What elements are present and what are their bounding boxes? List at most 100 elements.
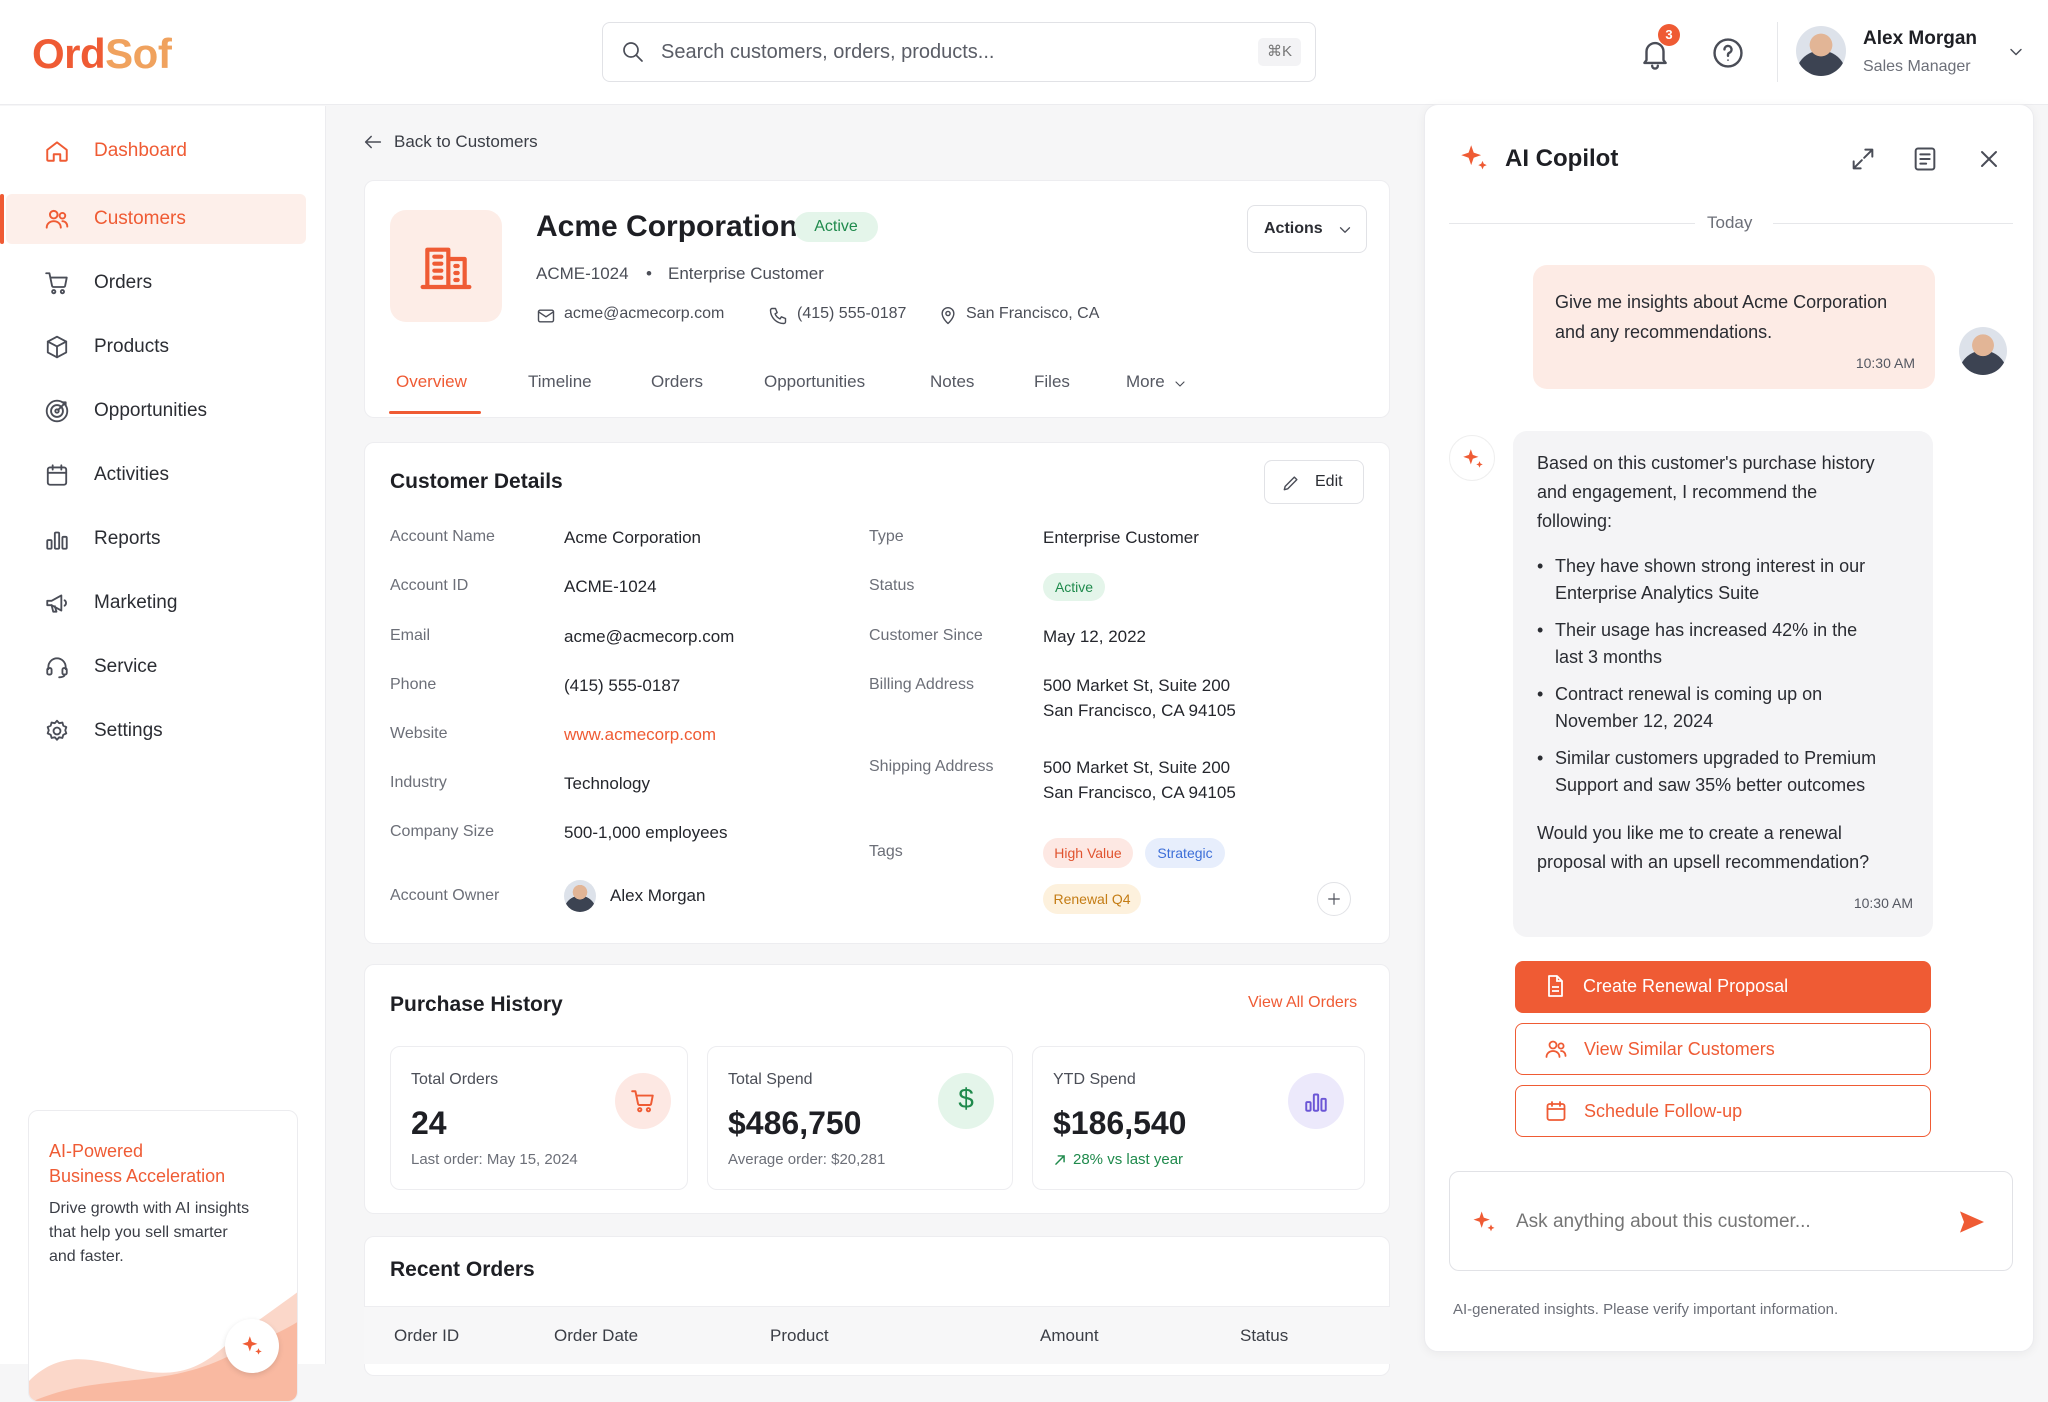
back-link-label: Back to Customers (394, 132, 538, 151)
tab-opportunities[interactable]: Opportunities (764, 372, 865, 392)
customer-id: ACME-1024 (536, 264, 629, 283)
sidebar-item-label: Products (94, 336, 169, 357)
field-value[interactable]: acme@acmecorp.com (564, 627, 734, 647)
column-header[interactable]: Order ID (394, 1326, 459, 1346)
search-input[interactable] (661, 23, 1231, 81)
message-line: and any recommendations. (1555, 322, 1773, 342)
location-pin-icon (941, 306, 955, 325)
table-header-row (364, 1306, 1390, 1364)
create-renewal-proposal-button[interactable]: Create Renewal Proposal (1515, 961, 1931, 1013)
message-line: Would you like me to create a renewal (1537, 823, 1842, 843)
sidebar-item-dashboard[interactable]: Dashboard (6, 126, 306, 176)
tab-orders[interactable]: Orders (651, 372, 703, 392)
sparkle-icon (1463, 449, 1483, 468)
customer-phone[interactable]: (415) 555-0187 (797, 305, 906, 323)
promo-title-line: AI-Powered (49, 1141, 144, 1161)
cart-icon (631, 1090, 654, 1113)
website-link[interactable]: www.acmecorp.com (564, 725, 716, 745)
actions-button[interactable]: Actions (1247, 205, 1367, 253)
stat-icon-circle (1288, 1073, 1344, 1129)
column-header[interactable]: Order Date (554, 1326, 638, 1346)
global-search[interactable]: ⌘K (602, 22, 1316, 82)
sidebar-item-reports[interactable]: Reports (6, 514, 306, 564)
bullet-line: last 3 months (1555, 647, 1663, 667)
field-label: Account Owner (390, 887, 500, 904)
send-icon[interactable] (1956, 1206, 1988, 1238)
customer-header-card (364, 180, 1390, 418)
ai-promo-card[interactable]: AI-Powered Business Acceleration Drive g… (28, 1110, 298, 1402)
help-icon[interactable] (1711, 36, 1745, 70)
sidebar-item-activities[interactable]: Activities (6, 450, 306, 500)
sidebar-item-service[interactable]: Service (6, 642, 306, 692)
tab-files[interactable]: Files (1034, 372, 1070, 392)
tab-timeline[interactable]: Timeline (528, 372, 592, 392)
copilot-title: AI Copilot (1505, 145, 1619, 172)
dollar-icon: $ (958, 1083, 974, 1114)
tag-renewal-q4[interactable]: Renewal Q4 (1043, 884, 1141, 914)
search-shortcut-hint: ⌘K (1257, 38, 1301, 66)
column-header[interactable]: Amount (1040, 1326, 1099, 1346)
tab-more[interactable]: More (1126, 372, 1165, 392)
user-message-text: Give me insights about Acme Corporation … (1555, 287, 1887, 347)
field-value: Technology (564, 774, 651, 793)
edit-button[interactable]: Edit (1264, 460, 1364, 504)
field-label: Type (869, 528, 904, 545)
user-avatar[interactable] (1796, 26, 1846, 76)
bullet-line: Contract renewal is coming up on (1555, 684, 1823, 704)
top-bar: OrdSof ⌘K 3 Alex Morgan Sales Manager (0, 0, 2048, 105)
sidebar-item-customers[interactable]: Customers (0, 194, 306, 244)
logo-text-part2: Sof (105, 30, 172, 77)
field-value: 500 Market St, Suite 200 (1043, 676, 1231, 695)
history-list-icon[interactable] (1911, 145, 1939, 173)
ai-copilot-panel: AI Copilot Today Give me insights about … (1424, 104, 2034, 1352)
sidebar-item-settings[interactable]: Settings (6, 706, 306, 756)
stat-value: $186,540 (1053, 1105, 1187, 1141)
field-value[interactable]: Alex Morgan (610, 886, 705, 906)
tag-strategic[interactable]: Strategic (1145, 838, 1225, 868)
bullet-line: November 12, 2024 (1555, 711, 1714, 731)
sidebar-item-label: Opportunities (94, 400, 208, 421)
promo-sparkle-button[interactable] (225, 1319, 279, 1373)
view-all-orders-link[interactable]: View All Orders (1248, 994, 1357, 1012)
sidebar-item-orders[interactable]: Orders (6, 258, 306, 308)
message-line: Give me insights about Acme Corporation (1555, 292, 1888, 312)
tab-notes[interactable]: Notes (930, 372, 974, 392)
field-label: Shipping Address (869, 758, 994, 775)
field-label: Email (390, 627, 431, 644)
customer-email[interactable]: acme@acmecorp.com (564, 305, 724, 323)
close-icon[interactable] (1975, 145, 2003, 173)
edit-button-label: Edit (1315, 473, 1343, 490)
tag-high-value[interactable]: High Value (1043, 838, 1133, 868)
gear-icon (44, 718, 70, 744)
message-line: and engagement, I recommend the (1537, 482, 1818, 502)
sidebar-item-products[interactable]: Products (6, 322, 306, 372)
bar-chart-icon (44, 526, 70, 552)
expand-icon[interactable] (1849, 145, 1877, 173)
promo-title: AI-Powered Business Acceleration (49, 1139, 225, 1189)
sidebar-item-label: Reports (94, 528, 161, 549)
chevron-down-icon[interactable] (2006, 42, 2026, 62)
customer-type: Enterprise Customer (668, 264, 824, 283)
view-similar-customers-button[interactable]: View Similar Customers (1515, 1023, 1931, 1075)
column-header[interactable]: Product (770, 1326, 829, 1346)
message-line: following: (1537, 511, 1613, 531)
field-value[interactable]: (415) 555-0187 (564, 676, 680, 696)
copilot-input-box[interactable] (1449, 1171, 2013, 1271)
field-label: Industry (390, 774, 447, 791)
button-label: View Similar Customers (1584, 1039, 1775, 1059)
copilot-message-input[interactable] (1516, 1200, 1936, 1244)
calendar-icon (44, 462, 70, 488)
add-tag-button[interactable] (1317, 882, 1351, 916)
message-line: proposal with an upsell recommendation? (1537, 852, 1870, 872)
column-header[interactable]: Status (1240, 1326, 1288, 1346)
field-label: Status (869, 577, 915, 594)
schedule-follow-up-button[interactable]: Schedule Follow-up (1515, 1085, 1931, 1137)
field-value: Acme Corporation (564, 528, 702, 547)
field-value: 500-1,000 employees (564, 823, 728, 842)
app-logo[interactable]: OrdSof (32, 30, 172, 78)
field-value: Enterprise Customer (1043, 528, 1199, 547)
tab-overview[interactable]: Overview (396, 372, 467, 392)
date-divider-line (1773, 223, 2013, 224)
sidebar-item-opportunities[interactable]: Opportunities (6, 386, 306, 436)
sidebar-item-marketing[interactable]: Marketing (6, 578, 306, 628)
